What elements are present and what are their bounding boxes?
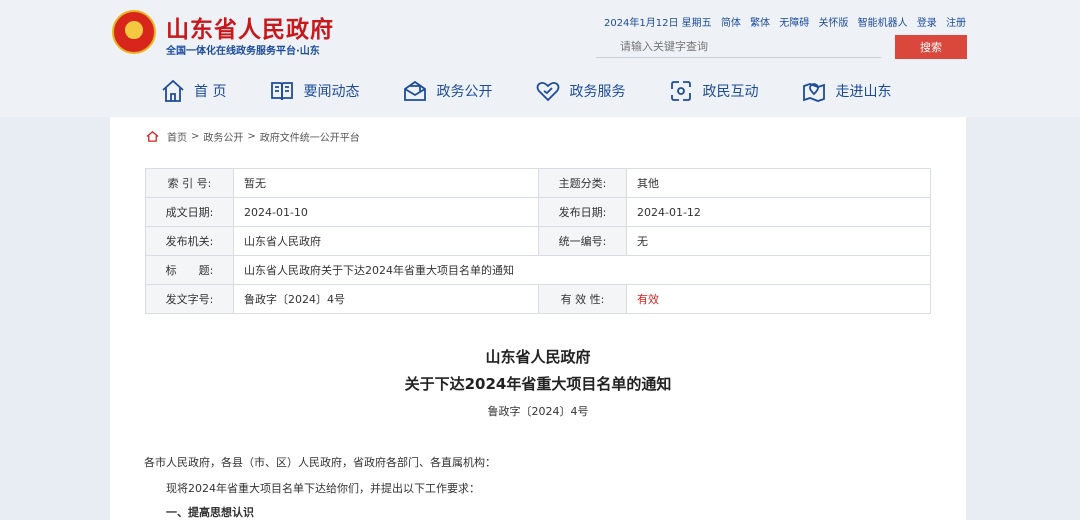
table-row: 发布机关: 山东省人民政府 统一编号: 无 <box>145 226 931 256</box>
document-number: 鲁政字〔2024〕4号 <box>487 405 589 418</box>
issuer-value: 山东省人民政府 <box>233 226 539 256</box>
nav-label: 要闻动态 <box>303 84 360 100</box>
register-link[interactable]: 注册 <box>946 18 966 29</box>
nav-item-home[interactable]: 首 页 <box>160 74 226 108</box>
disclosure-icon <box>404 80 427 101</box>
site-subtitle: 全国一体化在线政务服务平台·山东 <box>166 46 320 57</box>
nav-item-disclosure[interactable]: 政务公开 <box>402 74 492 108</box>
accessibility-link[interactable]: 无障碍 <box>779 18 809 29</box>
breadcrumb-separator: > <box>247 131 256 142</box>
validity-label: 有 效 性: <box>538 284 627 314</box>
nav-item-service[interactable]: 政务服务 <box>535 74 625 108</box>
document-intro: 现将2024年省重大项目名单下达给你们，并提出以下工作要求： <box>166 482 480 495</box>
table-row: 标 题: 山东省人民政府关于下达2024年省重大项目名单的通知 <box>145 255 931 285</box>
issuer-label: 发布机关: <box>145 226 234 256</box>
search-input[interactable] <box>596 36 881 58</box>
index-label: 索 引 号: <box>145 168 234 198</box>
robot-link[interactable]: 智能机器人 <box>858 18 908 29</box>
written-date-label: 成文日期: <box>145 197 234 227</box>
site-header: 山东省人民政府 全国一体化在线政务服务平台·山东 2024年1月12日 星期五 … <box>0 0 1080 117</box>
national-emblem-logo <box>112 10 156 54</box>
interaction-icon <box>671 81 692 101</box>
validity-value: 有效 <box>626 284 931 314</box>
published-date-value: 2024-01-12 <box>626 197 931 227</box>
written-date-value: 2024-01-10 <box>233 197 539 227</box>
table-row: 索 引 号: 暂无 主题分类: 其他 <box>145 168 931 198</box>
login-link[interactable]: 登录 <box>917 18 937 29</box>
breadcrumb: 首页 > 政务公开 > 政府文件统一公开平台 <box>146 129 360 144</box>
home-icon <box>146 131 159 142</box>
breadcrumb-disclosure[interactable]: 政务公开 <box>203 129 243 144</box>
section-heading: 一、提高思想认识 <box>166 506 254 519</box>
traditional-link[interactable]: 繁体 <box>750 18 770 29</box>
topic-value: 其他 <box>626 168 931 198</box>
top-links: 2024年1月12日 星期五 简体 繁体 无障碍 关怀版 智能机器人 登录 注册 <box>604 14 966 29</box>
breadcrumb-separator: > <box>191 131 200 142</box>
document-addressee: 各市人民政府，各县（市、区）人民政府，省政府各部门、各直属机构： <box>144 456 496 469</box>
index-value: 暂无 <box>233 168 539 198</box>
news-icon <box>271 82 294 101</box>
title-value: 山东省人民政府关于下达2024年省重大项目名单的通知 <box>233 255 931 285</box>
nav-label: 政务服务 <box>569 84 626 100</box>
document-title: 关于下达2024年省重大项目名单的通知 <box>404 375 672 393</box>
nav-label: 政民互动 <box>702 84 759 100</box>
doc-number-value: 鲁政字〔2024〕4号 <box>233 284 539 314</box>
nav-item-interaction[interactable]: 政民互动 <box>668 74 758 108</box>
elder-mode-link[interactable]: 关怀版 <box>818 18 848 29</box>
simplified-link[interactable]: 简体 <box>721 18 741 29</box>
doc-number-label: 发文字号: <box>145 284 234 314</box>
serial-value: 无 <box>626 226 931 256</box>
main-nav: 首 页 要闻动态 政务公开 政务服务 政民互动 走进山东 <box>160 74 891 108</box>
nav-label: 首 页 <box>194 84 227 100</box>
site-title[interactable]: 山东省人民政府 <box>166 10 334 44</box>
breadcrumb-home[interactable]: 首页 <box>167 129 187 144</box>
breadcrumb-platform[interactable]: 政府文件统一公开平台 <box>260 129 360 144</box>
document-meta-table: 索 引 号: 暂无 主题分类: 其他 成文日期: 2024-01-10 发布日期… <box>145 168 931 314</box>
nav-label: 走进山东 <box>835 84 892 100</box>
current-date: 2024年1月12日 星期五 <box>603 18 712 29</box>
table-row: 发文字号: 鲁政字〔2024〕4号 有 效 性: 有效 <box>145 284 931 314</box>
title-label: 标 题: <box>145 255 234 285</box>
table-row: 成文日期: 2024-01-10 发布日期: 2024-01-12 <box>145 197 931 227</box>
nav-item-news[interactable]: 要闻动态 <box>269 74 359 108</box>
nav-item-shandong[interactable]: 走进山东 <box>801 74 891 108</box>
search-button[interactable]: 搜索 <box>895 35 967 59</box>
published-date-label: 发布日期: <box>538 197 627 227</box>
nav-label: 政务公开 <box>436 84 493 100</box>
service-icon <box>537 81 560 102</box>
home-icon <box>162 79 184 102</box>
topic-label: 主题分类: <box>538 168 627 198</box>
serial-label: 统一编号: <box>538 226 627 256</box>
location-icon <box>803 83 826 102</box>
document-title-issuer: 山东省人民政府 <box>485 348 591 366</box>
content-panel: 首页 > 政务公开 > 政府文件统一公开平台 索 引 号: 暂无 主题分类: 其… <box>110 117 966 520</box>
